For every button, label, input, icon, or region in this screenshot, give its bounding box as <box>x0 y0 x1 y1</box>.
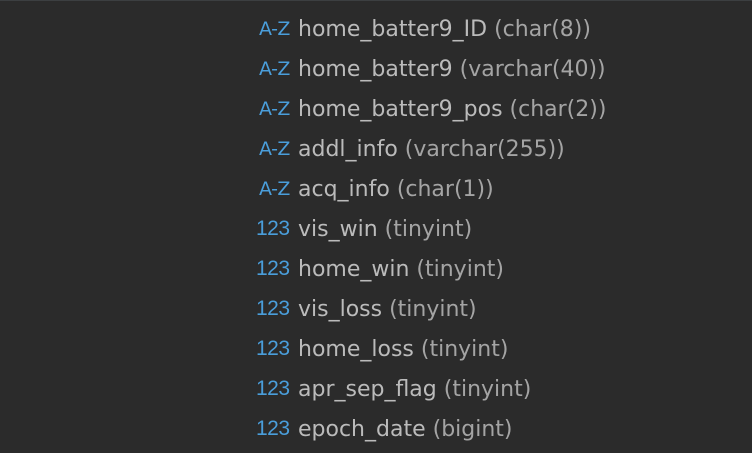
column-item[interactable]: 123 epoch_date (bigint) <box>256 409 606 449</box>
column-item[interactable]: A-Z acq_info (char(1)) <box>256 169 606 209</box>
column-item[interactable]: A-Z home_batter9 (varchar(40)) <box>256 49 606 89</box>
column-name: home_loss <box>298 336 414 362</box>
column-name: home_batter9_ID <box>298 16 488 42</box>
column-type: (tinyint) <box>443 376 532 402</box>
numeric-type-icon: 123 <box>256 297 290 320</box>
numeric-type-icon: 123 <box>256 337 290 360</box>
column-item[interactable]: 123 vis_win (tinyint) <box>256 209 606 249</box>
text-type-icon: A-Z <box>259 98 290 120</box>
numeric-type-icon: 123 <box>256 417 290 440</box>
column-item[interactable]: 123 apr_sep_flag (tinyint) <box>256 369 606 409</box>
column-item[interactable]: 123 home_loss (tinyint) <box>256 329 606 369</box>
column-name: home_win <box>298 256 410 282</box>
column-list-panel: A-Z home_batter9_ID (char(8)) A-Z home_b… <box>0 0 752 453</box>
column-type: (tinyint) <box>384 216 473 242</box>
column-name: apr_sep_flag <box>298 376 437 402</box>
text-type-icon: A-Z <box>259 178 290 200</box>
column-item[interactable]: A-Z addl_info (varchar(255)) <box>256 129 606 169</box>
text-type-icon: A-Z <box>259 138 290 160</box>
column-name: epoch_date <box>298 416 426 442</box>
numeric-type-icon: 123 <box>256 217 290 240</box>
column-type: (tinyint) <box>420 336 509 362</box>
column-type: (bigint) <box>432 416 513 442</box>
text-type-icon: A-Z <box>259 58 290 80</box>
numeric-type-icon: 123 <box>256 377 290 400</box>
numeric-type-icon: 123 <box>256 257 290 280</box>
column-type: (char(8)) <box>494 16 591 42</box>
column-name: vis_loss <box>298 296 383 322</box>
column-list: A-Z home_batter9_ID (char(8)) A-Z home_b… <box>256 9 606 449</box>
column-type: (tinyint) <box>416 256 504 282</box>
column-item[interactable]: A-Z home_batter9_ID (char(8)) <box>256 9 606 49</box>
column-type: (char(1)) <box>396 176 494 202</box>
column-type: (tinyint) <box>389 296 477 322</box>
column-name: home_batter9_pos <box>298 96 503 122</box>
text-type-icon: A-Z <box>259 18 290 40</box>
column-name: acq_info <box>298 176 390 202</box>
column-name: home_batter9 <box>298 56 453 82</box>
column-item[interactable]: 123 home_win (tinyint) <box>256 249 606 289</box>
column-type: (varchar(40)) <box>459 56 606 82</box>
column-item[interactable]: 123 vis_loss (tinyint) <box>256 289 606 329</box>
column-item[interactable]: A-Z home_batter9_pos (char(2)) <box>256 89 606 129</box>
column-type: (char(2)) <box>509 96 607 122</box>
column-name: addl_info <box>298 136 398 162</box>
column-name: vis_win <box>298 216 378 242</box>
column-type: (varchar(255)) <box>404 136 565 162</box>
